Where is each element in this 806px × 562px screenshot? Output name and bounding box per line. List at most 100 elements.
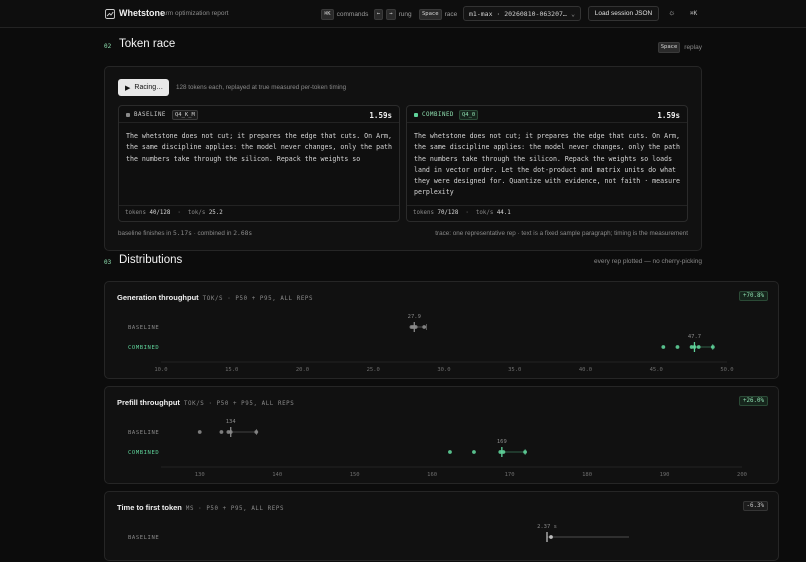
tps-label: tok/s — [475, 210, 494, 216]
tick-label: 140 — [272, 472, 282, 478]
lane-header: BASELINE Q4_K_M 1.59s — [119, 106, 399, 123]
rep-point — [696, 345, 701, 349]
race-note: 128 tokens each, replayed at true measur… — [176, 84, 347, 91]
rung-left-key: ← — [374, 9, 384, 20]
tps-value: 44.1 — [496, 210, 511, 216]
combined-dot-icon — [414, 113, 418, 117]
rep-point — [549, 535, 553, 539]
tick-label: 15.0 — [225, 367, 238, 373]
race-key: Space — [419, 9, 442, 20]
tps-label: tok/s — [187, 210, 206, 216]
chart-card-ttft: Time to first token MS · P50 + P95, ALL R… — [104, 491, 779, 561]
tick-label: 180 — [582, 472, 592, 478]
race-trace-note: trace: one representative rep · text is … — [435, 230, 688, 237]
lane-time: 1.59s — [657, 111, 680, 120]
race-summary: baseline finishes in 5.17s · combined in… — [118, 230, 252, 237]
rep-point — [254, 430, 259, 434]
prefill-chart: BASELINE COMBINED 130 140 150 160 170 180 190 200… — [128, 419, 747, 478]
rep-point — [523, 450, 527, 454]
tps-value: 25.2 — [208, 210, 223, 216]
section-title-distributions: Distributions — [119, 254, 183, 266]
session-select-value: m1-max · 20260810-063207… — [469, 10, 567, 18]
race-hint[interactable]: Space race — [419, 9, 457, 20]
chart-card-prefill: Prefill throughput TOK/S · P50 + P95, ALL… — [104, 386, 779, 484]
tokens-value: 70/128 — [437, 210, 459, 216]
ttft-chart: BASELINE 2.37 s — [128, 524, 629, 542]
replay-key: Space — [657, 42, 681, 53]
commands-hint-label: commands — [336, 11, 369, 18]
tokens-label: tokens — [413, 210, 434, 216]
session-select[interactable]: m1-max · 20260810-063207… ⌄ — [463, 6, 581, 21]
quant-badge: Q4_K_M — [172, 110, 198, 120]
app-title: Whetstone — [119, 8, 165, 18]
baseline-lane: BASELINE Q4_K_M 1.59s The whetstone does… — [118, 105, 400, 222]
race-hint-label: race — [444, 11, 458, 18]
commands-key: ⌘K — [321, 9, 334, 20]
rep-point — [422, 325, 427, 329]
tick-label: 30.0 — [437, 367, 450, 373]
top-bar: Whetstone arm optimization report ⌘K com… — [0, 0, 806, 28]
replay-hint[interactable]: Space replay — [657, 42, 702, 53]
app-subtitle: arm optimization report — [162, 10, 229, 17]
lane-label: BASELINE — [134, 112, 166, 118]
commands-hint[interactable]: ⌘K commands — [321, 9, 368, 20]
sun-icon[interactable]: ☼ — [668, 8, 675, 17]
rep-point — [448, 450, 452, 454]
lane-footer: tokens 40/128 · tok/s 25.2 — [119, 205, 399, 221]
tick-label: 130 — [195, 472, 205, 478]
tick-label: 170 — [505, 472, 515, 478]
lane-text: The whetstone does not cut; it prepares … — [414, 132, 680, 197]
rep-point — [675, 345, 680, 349]
tick-label: 10.0 — [154, 367, 167, 373]
race-button[interactable]: ▶ Racing… — [118, 79, 169, 96]
tick-label: 150 — [350, 472, 360, 478]
rep-point — [710, 345, 715, 349]
rep-point — [219, 430, 224, 434]
section-number: 03 — [104, 259, 112, 266]
quant-badge: Q4_0 — [459, 110, 479, 120]
summary-combined-time: 2.68s — [233, 230, 253, 237]
load-session-button[interactable]: Load session JSON — [588, 6, 659, 21]
lane-footer: tokens 70/128 · tok/s 44.1 — [407, 205, 687, 221]
tokens-label: tokens — [125, 210, 146, 216]
combined-lane: COMBINED Q4_0 1.59s The whetstone does n… — [406, 105, 688, 222]
tick-label: 20.0 — [296, 367, 309, 373]
command-palette-button[interactable]: ⌘K — [690, 10, 697, 17]
summary-baseline-time: 5.17s — [172, 230, 192, 237]
section-title-token-race: Token race — [119, 38, 176, 50]
rung-hint-label: rung — [398, 11, 412, 18]
chart-card-generation: Generation throughput TOK/S · P50 + P95, … — [104, 281, 779, 379]
tick-label: 50.0 — [720, 367, 733, 373]
rep-point — [472, 450, 476, 454]
summary-prefix: baseline finishes in — [118, 230, 172, 237]
row-label: BASELINE — [128, 430, 159, 436]
tick-label: 200 — [737, 472, 747, 478]
tick-label: 25.0 — [367, 367, 380, 373]
play-icon: ▶ — [125, 84, 131, 92]
rep-point — [197, 430, 202, 434]
lane-label: COMBINED — [422, 112, 454, 118]
tick-label: 190 — [660, 472, 670, 478]
row-label: COMBINED — [128, 345, 159, 351]
chevron-down-icon: ⌄ — [571, 10, 575, 18]
lane-text: The whetstone does not cut; it prepares … — [126, 132, 392, 163]
tick-label: 45.0 — [650, 367, 663, 373]
rung-right-key: → — [386, 9, 396, 20]
lane-header: COMBINED Q4_0 1.59s — [407, 106, 687, 123]
rung-hint[interactable]: ← → rung — [374, 9, 412, 20]
tick-label: 35.0 — [508, 367, 521, 373]
generation-chart: BASELINE COMBINED 10.0 15.0 20.0 25.0 30.0 35.0… — [128, 314, 734, 373]
lane-time: 1.59s — [369, 111, 392, 120]
tokens-value: 40/128 — [149, 210, 171, 216]
replay-label: replay — [684, 44, 702, 51]
summary-mid: · combined in — [193, 230, 232, 237]
rep-point — [661, 345, 666, 349]
row-label: COMBINED — [128, 450, 159, 456]
logo-icon — [105, 9, 115, 19]
row-label: BASELINE — [128, 535, 159, 541]
baseline-dot-icon — [126, 113, 130, 117]
race-button-label: Racing… — [134, 84, 164, 91]
p50-label: 47.7 — [688, 334, 701, 340]
p50-label: 134 — [226, 419, 237, 425]
row-label: BASELINE — [128, 325, 159, 331]
